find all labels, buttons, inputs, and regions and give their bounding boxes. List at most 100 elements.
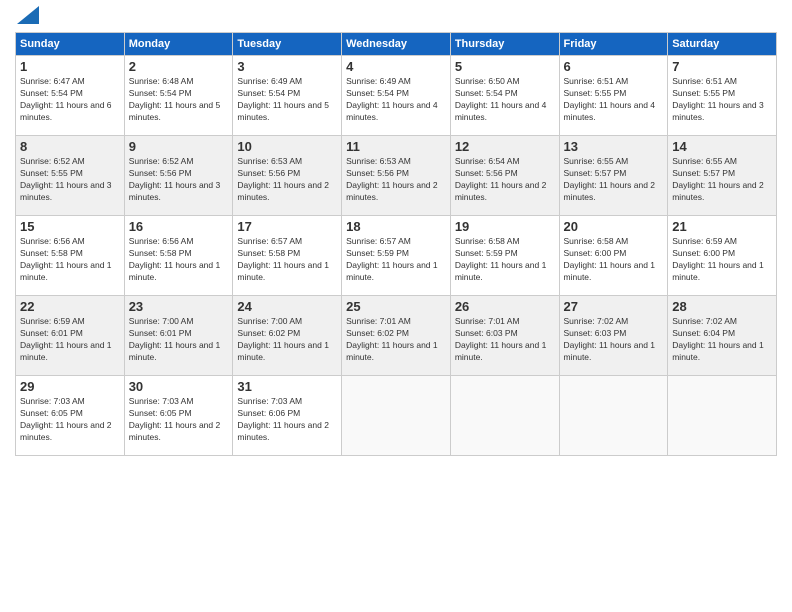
calendar-cell: 27 Sunrise: 7:02 AM Sunset: 6:03 PM Dayl… <box>559 296 668 376</box>
col-saturday: Saturday <box>668 33 777 56</box>
day-number: 11 <box>346 139 446 154</box>
day-number: 21 <box>672 219 772 234</box>
day-info: Sunrise: 6:56 AM Sunset: 5:58 PM Dayligh… <box>20 236 120 284</box>
calendar-cell: 7 Sunrise: 6:51 AM Sunset: 5:55 PM Dayli… <box>668 56 777 136</box>
calendar-cell: 15 Sunrise: 6:56 AM Sunset: 5:58 PM Dayl… <box>16 216 125 296</box>
day-number: 29 <box>20 379 120 394</box>
day-info: Sunrise: 7:00 AM Sunset: 6:02 PM Dayligh… <box>237 316 337 364</box>
calendar-cell: 12 Sunrise: 6:54 AM Sunset: 5:56 PM Dayl… <box>450 136 559 216</box>
week-row-3: 15 Sunrise: 6:56 AM Sunset: 5:58 PM Dayl… <box>16 216 777 296</box>
calendar-cell: 17 Sunrise: 6:57 AM Sunset: 5:58 PM Dayl… <box>233 216 342 296</box>
day-info: Sunrise: 6:50 AM Sunset: 5:54 PM Dayligh… <box>455 76 555 124</box>
day-number: 25 <box>346 299 446 314</box>
calendar-cell: 21 Sunrise: 6:59 AM Sunset: 6:00 PM Dayl… <box>668 216 777 296</box>
day-number: 18 <box>346 219 446 234</box>
day-number: 15 <box>20 219 120 234</box>
calendar-cell <box>342 376 451 456</box>
calendar-cell: 5 Sunrise: 6:50 AM Sunset: 5:54 PM Dayli… <box>450 56 559 136</box>
calendar-cell <box>450 376 559 456</box>
calendar-cell: 1 Sunrise: 6:47 AM Sunset: 5:54 PM Dayli… <box>16 56 125 136</box>
calendar-cell <box>559 376 668 456</box>
week-row-2: 8 Sunrise: 6:52 AM Sunset: 5:55 PM Dayli… <box>16 136 777 216</box>
day-number: 12 <box>455 139 555 154</box>
day-info: Sunrise: 6:52 AM Sunset: 5:55 PM Dayligh… <box>20 156 120 204</box>
calendar-table: Sunday Monday Tuesday Wednesday Thursday… <box>15 32 777 456</box>
day-info: Sunrise: 6:58 AM Sunset: 6:00 PM Dayligh… <box>564 236 664 284</box>
day-number: 28 <box>672 299 772 314</box>
day-info: Sunrise: 7:01 AM Sunset: 6:03 PM Dayligh… <box>455 316 555 364</box>
page-container: Sunday Monday Tuesday Wednesday Thursday… <box>0 0 792 466</box>
day-info: Sunrise: 6:56 AM Sunset: 5:58 PM Dayligh… <box>129 236 229 284</box>
calendar-cell: 18 Sunrise: 6:57 AM Sunset: 5:59 PM Dayl… <box>342 216 451 296</box>
day-number: 6 <box>564 59 664 74</box>
day-number: 30 <box>129 379 229 394</box>
logo <box>15 10 39 24</box>
calendar-cell: 29 Sunrise: 7:03 AM Sunset: 6:05 PM Dayl… <box>16 376 125 456</box>
calendar-cell: 28 Sunrise: 7:02 AM Sunset: 6:04 PM Dayl… <box>668 296 777 376</box>
day-info: Sunrise: 6:49 AM Sunset: 5:54 PM Dayligh… <box>237 76 337 124</box>
day-number: 16 <box>129 219 229 234</box>
day-number: 3 <box>237 59 337 74</box>
day-number: 19 <box>455 219 555 234</box>
week-row-4: 22 Sunrise: 6:59 AM Sunset: 6:01 PM Dayl… <box>16 296 777 376</box>
calendar-cell: 16 Sunrise: 6:56 AM Sunset: 5:58 PM Dayl… <box>124 216 233 296</box>
calendar-cell: 3 Sunrise: 6:49 AM Sunset: 5:54 PM Dayli… <box>233 56 342 136</box>
day-number: 22 <box>20 299 120 314</box>
day-info: Sunrise: 6:55 AM Sunset: 5:57 PM Dayligh… <box>564 156 664 204</box>
calendar-cell: 22 Sunrise: 6:59 AM Sunset: 6:01 PM Dayl… <box>16 296 125 376</box>
day-number: 7 <box>672 59 772 74</box>
day-number: 23 <box>129 299 229 314</box>
col-tuesday: Tuesday <box>233 33 342 56</box>
day-number: 1 <box>20 59 120 74</box>
calendar-cell: 23 Sunrise: 7:00 AM Sunset: 6:01 PM Dayl… <box>124 296 233 376</box>
calendar-cell: 6 Sunrise: 6:51 AM Sunset: 5:55 PM Dayli… <box>559 56 668 136</box>
day-info: Sunrise: 6:51 AM Sunset: 5:55 PM Dayligh… <box>672 76 772 124</box>
day-info: Sunrise: 6:55 AM Sunset: 5:57 PM Dayligh… <box>672 156 772 204</box>
day-number: 14 <box>672 139 772 154</box>
calendar-cell <box>668 376 777 456</box>
day-info: Sunrise: 7:03 AM Sunset: 6:05 PM Dayligh… <box>129 396 229 444</box>
header <box>15 10 777 24</box>
col-monday: Monday <box>124 33 233 56</box>
day-number: 13 <box>564 139 664 154</box>
day-info: Sunrise: 7:00 AM Sunset: 6:01 PM Dayligh… <box>129 316 229 364</box>
calendar-cell: 31 Sunrise: 7:03 AM Sunset: 6:06 PM Dayl… <box>233 376 342 456</box>
calendar-cell: 8 Sunrise: 6:52 AM Sunset: 5:55 PM Dayli… <box>16 136 125 216</box>
day-info: Sunrise: 6:52 AM Sunset: 5:56 PM Dayligh… <box>129 156 229 204</box>
calendar-cell: 14 Sunrise: 6:55 AM Sunset: 5:57 PM Dayl… <box>668 136 777 216</box>
day-info: Sunrise: 6:51 AM Sunset: 5:55 PM Dayligh… <box>564 76 664 124</box>
calendar-cell: 25 Sunrise: 7:01 AM Sunset: 6:02 PM Dayl… <box>342 296 451 376</box>
day-number: 26 <box>455 299 555 314</box>
day-number: 9 <box>129 139 229 154</box>
day-info: Sunrise: 6:59 AM Sunset: 6:00 PM Dayligh… <box>672 236 772 284</box>
logo-arrow-icon <box>17 6 39 24</box>
day-info: Sunrise: 6:49 AM Sunset: 5:54 PM Dayligh… <box>346 76 446 124</box>
day-info: Sunrise: 6:54 AM Sunset: 5:56 PM Dayligh… <box>455 156 555 204</box>
day-number: 27 <box>564 299 664 314</box>
calendar-cell: 13 Sunrise: 6:55 AM Sunset: 5:57 PM Dayl… <box>559 136 668 216</box>
day-number: 10 <box>237 139 337 154</box>
day-number: 8 <box>20 139 120 154</box>
day-info: Sunrise: 7:02 AM Sunset: 6:03 PM Dayligh… <box>564 316 664 364</box>
calendar-cell: 20 Sunrise: 6:58 AM Sunset: 6:00 PM Dayl… <box>559 216 668 296</box>
day-info: Sunrise: 6:48 AM Sunset: 5:54 PM Dayligh… <box>129 76 229 124</box>
day-number: 5 <box>455 59 555 74</box>
calendar-cell: 4 Sunrise: 6:49 AM Sunset: 5:54 PM Dayli… <box>342 56 451 136</box>
header-row: Sunday Monday Tuesday Wednesday Thursday… <box>16 33 777 56</box>
week-row-1: 1 Sunrise: 6:47 AM Sunset: 5:54 PM Dayli… <box>16 56 777 136</box>
day-info: Sunrise: 6:53 AM Sunset: 5:56 PM Dayligh… <box>237 156 337 204</box>
calendar-cell: 24 Sunrise: 7:00 AM Sunset: 6:02 PM Dayl… <box>233 296 342 376</box>
col-friday: Friday <box>559 33 668 56</box>
day-number: 31 <box>237 379 337 394</box>
calendar-cell: 2 Sunrise: 6:48 AM Sunset: 5:54 PM Dayli… <box>124 56 233 136</box>
day-number: 2 <box>129 59 229 74</box>
week-row-5: 29 Sunrise: 7:03 AM Sunset: 6:05 PM Dayl… <box>16 376 777 456</box>
day-info: Sunrise: 6:58 AM Sunset: 5:59 PM Dayligh… <box>455 236 555 284</box>
col-wednesday: Wednesday <box>342 33 451 56</box>
day-number: 24 <box>237 299 337 314</box>
day-number: 4 <box>346 59 446 74</box>
day-info: Sunrise: 7:02 AM Sunset: 6:04 PM Dayligh… <box>672 316 772 364</box>
calendar-cell: 19 Sunrise: 6:58 AM Sunset: 5:59 PM Dayl… <box>450 216 559 296</box>
col-thursday: Thursday <box>450 33 559 56</box>
calendar-cell: 30 Sunrise: 7:03 AM Sunset: 6:05 PM Dayl… <box>124 376 233 456</box>
